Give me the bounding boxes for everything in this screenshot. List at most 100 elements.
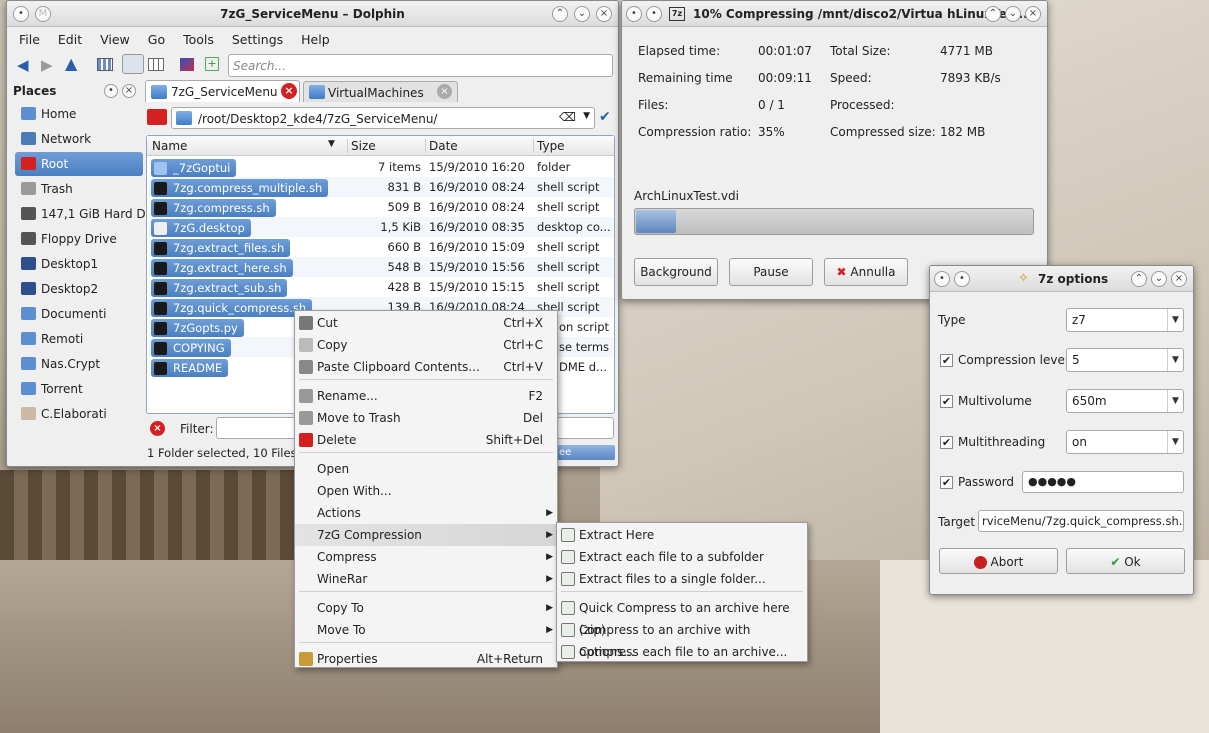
submenu-item[interactable]: Extract each file to a subfolder <box>557 546 807 568</box>
minimize-button[interactable]: ⌄ <box>1151 271 1167 287</box>
menu-item-properties[interactable]: Properties Alt+Return <box>295 648 557 670</box>
col-name[interactable]: Name <box>152 139 187 153</box>
confirm-location-icon[interactable]: ✔ <box>599 109 611 125</box>
close-button[interactable]: × <box>1025 6 1041 22</box>
place-item[interactable]: C.Elaborati <box>15 402 143 426</box>
place-item[interactable]: Trash <box>15 177 143 201</box>
menu-item-open[interactable]: Open <box>295 458 557 480</box>
col-size[interactable]: Size <box>347 139 376 153</box>
file-row[interactable]: 7zg.extract_files.sh 660 B 16/9/2010 15:09… <box>149 237 613 257</box>
compression-level-checkbox[interactable]: ✔ <box>940 354 953 367</box>
type-select[interactable]: z7 ▼ <box>1066 308 1184 332</box>
tab-servicemenu[interactable]: 7zG_ServiceMenu × <box>145 80 300 102</box>
menu-view[interactable]: View <box>100 32 130 47</box>
file-row[interactable]: 7zg.compress.sh 509 B 16/9/2010 08:24 shell… <box>149 197 613 217</box>
split-icon[interactable]: + <box>205 57 219 71</box>
submenu-item[interactable]: Compress to an archive with options... <box>557 619 807 659</box>
file-row[interactable]: _7zGoptui 7 items 15/9/2010 16:20 folder <box>149 157 613 177</box>
menu-item-move-to-trash[interactable]: Move to Trash Del <box>295 407 557 429</box>
place-item[interactable]: Remoti <box>15 327 143 351</box>
file-row[interactable]: 7zg.extract_here.sh 548 B 15/9/2010 15:56 s… <box>149 257 613 277</box>
file-row[interactable]: 7zg.extract_sub.sh 428 B 15/9/2010 15:15 sh… <box>149 277 613 297</box>
menu-tools[interactable]: Tools <box>183 32 214 47</box>
place-item[interactable]: Desktop1 <box>15 252 143 276</box>
menu-edit[interactable]: Edit <box>58 32 82 47</box>
forward-icon[interactable]: ▶ <box>41 56 53 74</box>
multithreading-checkbox[interactable]: ✔ <box>940 436 953 449</box>
place-item[interactable]: Desktop2 <box>15 277 143 301</box>
keep-above-button[interactable]: ⌃ <box>1131 271 1147 287</box>
place-item[interactable]: Root <box>15 152 143 176</box>
submenu-item[interactable]: Quick Compress to an archive here (zip) <box>557 597 807 637</box>
menu-item-delete[interactable]: Delete Shift+Del <box>295 429 557 451</box>
col-date[interactable]: Date <box>425 139 458 153</box>
cancel-button[interactable]: ✖ Annulla <box>824 258 908 286</box>
submenu-item[interactable]: Compress each file to an archive... <box>557 641 807 663</box>
close-button[interactable]: × <box>596 6 612 22</box>
columns-view-icon[interactable] <box>148 58 164 71</box>
details-view-icon[interactable] <box>122 54 144 74</box>
clear-location-icon[interactable]: ⌫ <box>559 110 576 124</box>
menu-settings[interactable]: Settings <box>232 32 283 47</box>
menu-item-copy[interactable]: Copy Ctrl+C <box>295 334 557 356</box>
place-item[interactable]: Home <box>15 102 143 126</box>
compression-level-select[interactable]: 5 ▼ <box>1066 348 1184 372</box>
minimize-button[interactable]: ⌄ <box>1005 6 1021 22</box>
tab-virtualmachines[interactable]: VirtualMachines × <box>303 81 458 102</box>
menu-item-cut[interactable]: Cut Ctrl+X <box>295 312 557 334</box>
file-row[interactable]: 7zg.compress_multiple.sh 831 B 16/9/2010 0… <box>149 177 613 197</box>
menu-file[interactable]: File <box>19 32 40 47</box>
window-menu-button[interactable]: • <box>934 271 950 287</box>
ok-button[interactable]: ✔ Ok <box>1066 548 1185 574</box>
submenu-item[interactable]: Extract files to a single folder... <box>557 568 807 590</box>
place-item[interactable]: 147,1 GiB Hard Dr... <box>15 202 161 226</box>
keep-above-button[interactable]: ⌃ <box>552 6 568 22</box>
file-row[interactable]: 7zG.desktop 1,5 KiB 16/9/2010 08:35 desktop… <box>149 217 613 237</box>
pause-button[interactable]: Pause <box>729 258 813 286</box>
sticky-button[interactable]: • <box>954 271 970 287</box>
icons-view-icon[interactable] <box>97 58 113 71</box>
target-field[interactable]: rviceMenu/7zg.quick_compress.sh.z7 <box>978 510 1184 532</box>
submenu-item[interactable]: Extract Here <box>557 524 807 546</box>
place-item[interactable]: Torrent <box>15 377 143 401</box>
keep-above-button[interactable]: ⌃ <box>985 6 1001 22</box>
menu-item-winerar[interactable]: WineRar ▶ <box>295 568 557 590</box>
menu-item-copy-to[interactable]: Copy To ▶ <box>295 597 557 619</box>
col-type[interactable]: Type <box>533 139 565 153</box>
minimize-button[interactable]: ⌄ <box>574 6 590 22</box>
menu-item-rename[interactable]: Rename... F2 <box>295 385 557 407</box>
menu-item-compress[interactable]: Compress ▶ <box>295 546 557 568</box>
multivolume-checkbox[interactable]: ✔ <box>940 395 953 408</box>
menu-item-paste[interactable]: Paste Clipboard Contents... Ctrl+V <box>295 356 557 378</box>
location-dropdown-icon[interactable]: ▼ <box>583 111 590 121</box>
background-button[interactable]: Background <box>634 258 718 286</box>
tab-close-icon[interactable]: × <box>437 84 452 99</box>
menu-item-actions[interactable]: Actions ▶ <box>295 502 557 524</box>
places-settings-icon[interactable]: • <box>104 84 118 98</box>
place-item[interactable]: Floppy Drive <box>15 227 143 251</box>
menu-go[interactable]: Go <box>148 32 165 47</box>
place-item[interactable]: Network <box>15 127 143 151</box>
back-icon[interactable]: ◀ <box>17 56 29 74</box>
up-icon[interactable]: ▲ <box>65 54 77 73</box>
location-bar[interactable]: /root/Desktop2_kde4/7zG_ServiceMenu/ ⌫ ▼ <box>171 107 595 129</box>
menu-item-move-to[interactable]: Move To ▶ <box>295 619 557 641</box>
places-close-icon[interactable]: × <box>122 84 136 98</box>
password-checkbox[interactable]: ✔ <box>940 476 953 489</box>
password-field[interactable]: ●●●●● <box>1022 471 1184 493</box>
abort-button[interactable]: Abort <box>939 548 1058 574</box>
close-button[interactable]: × <box>1171 271 1187 287</box>
multivolume-select[interactable]: 650m ▼ <box>1066 389 1184 413</box>
menu-help[interactable]: Help <box>301 32 330 47</box>
sticky-button[interactable]: • <box>646 6 662 22</box>
menu-item-open-with[interactable]: Open With... <box>295 480 557 502</box>
tab-close-icon[interactable]: × <box>281 83 297 99</box>
menu-item-7zg-compression[interactable]: 7zG Compression ▶ <box>295 524 557 546</box>
filter-clear-icon[interactable]: × <box>150 421 165 436</box>
place-item[interactable]: Documenti <box>15 302 143 326</box>
multithreading-select[interactable]: on ▼ <box>1066 430 1184 454</box>
window-menu-button[interactable]: • <box>626 6 642 22</box>
search-input[interactable]: Search... <box>228 54 613 77</box>
preview-icon[interactable] <box>180 58 194 71</box>
place-item[interactable]: Nas.Crypt <box>15 352 143 376</box>
